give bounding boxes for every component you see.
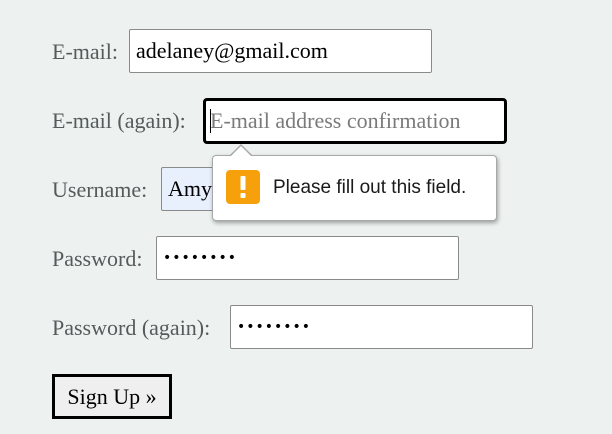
password-again-row: Password (again):: [52, 305, 537, 351]
email-row: E-mail:: [52, 29, 452, 75]
warning-icon: [226, 170, 260, 204]
email-confirmation-field[interactable]: [203, 98, 507, 144]
username-label: Username:: [52, 177, 148, 202]
email-again-label: E-mail (again):: [52, 108, 186, 133]
signup-form: E-mail: E-mail (again): Username: Passwo…: [0, 0, 612, 434]
sign-up-button[interactable]: Sign Up »: [52, 374, 172, 419]
validation-tooltip: Please fill out this field.: [212, 155, 497, 221]
tooltip-arrow-fill: [230, 146, 252, 157]
password-again-label: Password (again):: [52, 315, 211, 340]
email-field[interactable]: [129, 29, 432, 73]
text-caret: [210, 109, 211, 133]
email-again-row: E-mail (again):: [52, 98, 512, 144]
password-field[interactable]: [156, 236, 459, 280]
email-label: E-mail:: [52, 39, 118, 64]
password-label: Password:: [52, 246, 143, 271]
validation-message: Please fill out this field.: [273, 177, 467, 198]
password-row: Password:: [52, 236, 462, 282]
password-confirmation-field[interactable]: [230, 305, 533, 349]
